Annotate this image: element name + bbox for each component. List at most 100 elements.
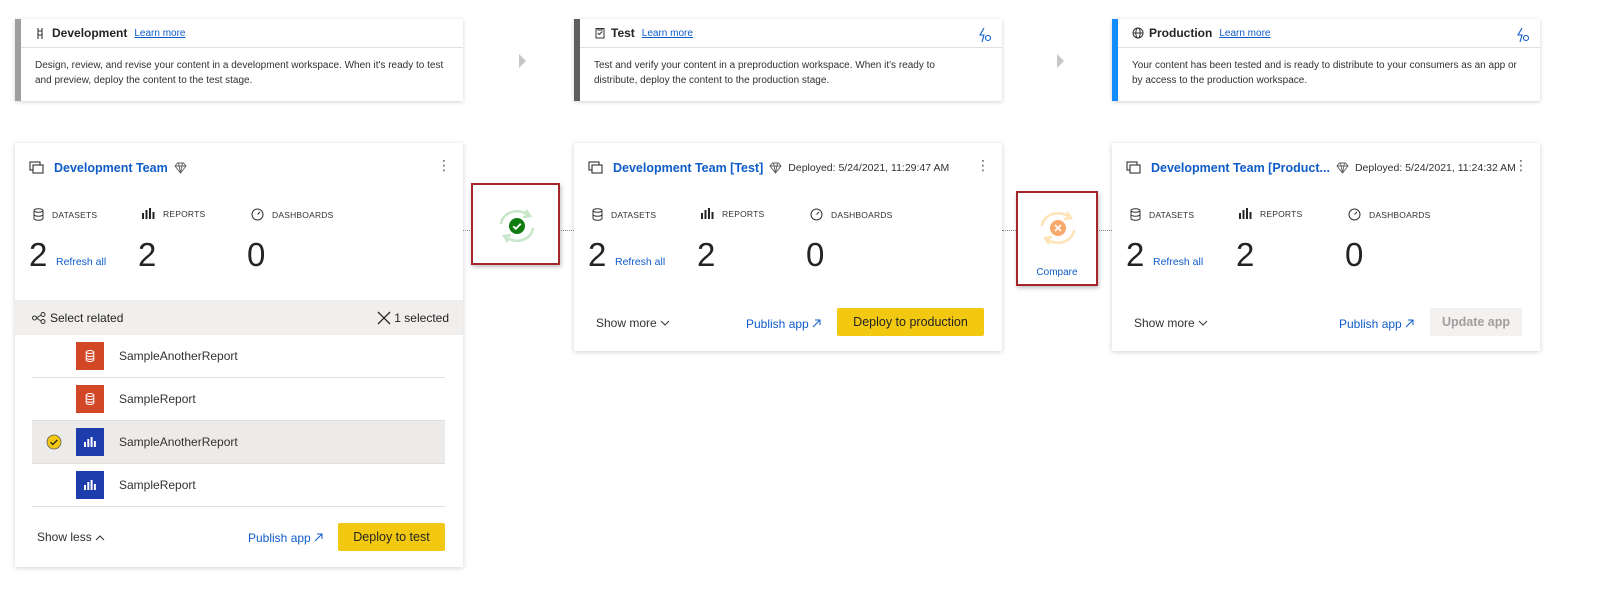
dataset-icon: [76, 342, 104, 370]
reports-count: 2: [697, 236, 716, 273]
deployment-rules-icon[interactable]: [1516, 27, 1530, 48]
stage-card-development: Development Learn more Design, review, a…: [15, 19, 463, 101]
datasets-label: DATASETS: [1130, 208, 1194, 221]
item-name: SampleReport: [119, 478, 196, 492]
report-icon: [76, 471, 104, 499]
stage-title: Test: [611, 26, 635, 40]
globe-icon: [1132, 27, 1144, 39]
compare-link[interactable]: Compare: [1018, 267, 1096, 278]
dashboards-count: 0: [247, 236, 266, 273]
deploy-to-production-button[interactable]: Deploy to production: [837, 308, 984, 336]
datasets-count: 2: [588, 236, 607, 273]
refresh-all-link[interactable]: Refresh all: [615, 256, 665, 268]
reports-label: REPORTS: [142, 208, 205, 219]
refresh-all-link[interactable]: Refresh all: [56, 256, 106, 268]
external-link-icon: [812, 319, 821, 328]
stage-description: Test and verify your content in a prepro…: [594, 60, 935, 86]
workspace-title[interactable]: Development Team [Test]: [613, 161, 763, 175]
database-icon: [1130, 208, 1141, 221]
list-item[interactable]: SampleReport: [32, 378, 445, 421]
stage-title: Production: [1149, 26, 1213, 40]
item-name: SampleReport: [119, 392, 196, 406]
deployed-timestamp: Deployed: 5/24/2021, 11:29:47 AM: [788, 162, 950, 174]
show-more-button[interactable]: Show more: [1134, 316, 1208, 330]
list-item[interactable]: SampleAnotherReport: [32, 335, 445, 378]
premium-diamond-icon: [769, 162, 782, 174]
report-icon: [76, 428, 104, 456]
dashboards-label: DASHBOARDS: [810, 208, 893, 221]
deploy-to-test-button[interactable]: Deploy to test: [338, 523, 445, 551]
item-name: SampleAnotherReport: [119, 349, 238, 363]
stage-card-test: Test Learn more Test and verify your con…: [574, 19, 1002, 101]
deployment-status-highlight: [471, 183, 560, 265]
publish-app-link[interactable]: Publish app: [1339, 317, 1414, 331]
test-stage-icon: [594, 27, 606, 39]
datasets-count: 2: [29, 236, 48, 273]
premium-diamond-icon: [174, 162, 187, 174]
stage-arrow-icon: [1057, 54, 1064, 68]
refresh-all-link[interactable]: Refresh all: [1153, 256, 1203, 268]
item-name: SampleAnotherReport: [119, 435, 238, 449]
selected-count: 1 selected: [394, 310, 449, 325]
external-link-icon: [1405, 319, 1414, 328]
more-options-icon[interactable]: ⋮: [437, 158, 451, 172]
selected-check-icon[interactable]: [46, 434, 62, 453]
more-options-icon[interactable]: ⋮: [1514, 158, 1528, 172]
dataset-icon: [76, 385, 104, 413]
datasets-count: 2: [1126, 236, 1145, 273]
compare-highlight: Compare: [1016, 191, 1098, 286]
workspace-icon: [29, 161, 44, 174]
reports-label: REPORTS: [701, 208, 764, 219]
stage-card-production: Production Learn more Your content has b…: [1112, 19, 1540, 101]
deployment-rules-icon[interactable]: [978, 27, 992, 48]
stage-title: Development: [52, 26, 128, 40]
update-app-button[interactable]: Update app: [1430, 308, 1522, 336]
workspace-icon: [588, 161, 603, 174]
list-item[interactable]: SampleReport: [32, 464, 445, 507]
dashboards-label: DASHBOARDS: [1348, 208, 1431, 221]
gauge-icon: [251, 208, 264, 221]
bar-chart-icon: [701, 208, 714, 219]
reports-label: REPORTS: [1239, 208, 1302, 219]
reports-count: 2: [1236, 236, 1255, 273]
publish-app-link[interactable]: Publish app: [746, 317, 821, 331]
publish-app-link[interactable]: Publish app: [248, 531, 323, 545]
gauge-icon: [810, 208, 823, 221]
external-link-icon: [314, 533, 323, 542]
workspace-title[interactable]: Development Team [Product...: [1151, 161, 1330, 175]
learn-more-link[interactable]: Learn more: [1219, 28, 1270, 39]
reports-count: 2: [138, 236, 157, 273]
stage-description: Design, review, and revise your content …: [35, 60, 444, 86]
deployed-timestamp: Deployed: 5/24/2021, 11:24:32 AM: [1354, 162, 1516, 174]
gauge-icon: [1348, 208, 1361, 221]
related-icon: [32, 311, 46, 324]
premium-diamond-icon: [1336, 162, 1349, 174]
development-stage-icon: [35, 27, 47, 39]
stage-arrow-icon: [519, 54, 526, 68]
datasets-label: DATASETS: [33, 208, 97, 221]
show-more-button[interactable]: Show more: [596, 316, 670, 330]
close-icon[interactable]: [377, 311, 391, 325]
database-icon: [592, 208, 603, 221]
select-related-bar: Select related 1 selected: [15, 300, 463, 335]
bar-chart-icon: [142, 208, 155, 219]
show-less-button[interactable]: Show less: [37, 530, 105, 544]
stage-description: Your content has been tested and is read…: [1132, 60, 1517, 86]
database-icon: [33, 208, 44, 221]
more-options-icon[interactable]: ⋮: [976, 158, 990, 172]
sync-success-icon[interactable]: [493, 206, 541, 246]
learn-more-link[interactable]: Learn more: [134, 28, 185, 39]
dashboards-count: 0: [806, 236, 825, 273]
chevron-down-icon: [1198, 320, 1208, 326]
chevron-down-icon: [660, 320, 670, 326]
workspace-icon: [1126, 161, 1141, 174]
bar-chart-icon: [1239, 208, 1252, 219]
learn-more-link[interactable]: Learn more: [642, 28, 693, 39]
datasets-label: DATASETS: [592, 208, 656, 221]
list-item[interactable]: SampleAnotherReport: [32, 421, 445, 464]
dashboards-count: 0: [1345, 236, 1364, 273]
workspace-title[interactable]: Development Team: [54, 161, 168, 175]
sync-warning-icon[interactable]: [1034, 208, 1082, 248]
dashboards-label: DASHBOARDS: [251, 208, 334, 221]
select-related-button[interactable]: Select related: [50, 311, 123, 325]
